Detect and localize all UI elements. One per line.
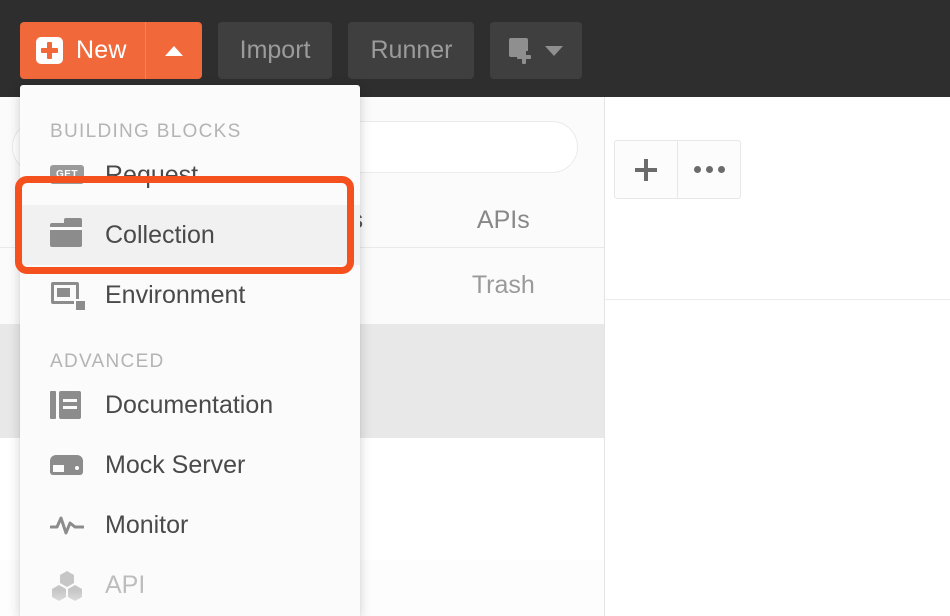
menu-item-request[interactable]: GET Request <box>20 145 360 205</box>
plus-square-icon <box>36 37 63 64</box>
tab-strip-controls <box>614 140 741 199</box>
main-toolbar: New Import Runner <box>20 22 583 79</box>
app-header-bar: New Import Runner <box>0 0 950 97</box>
window-plus-icon <box>509 37 536 64</box>
panel-divider <box>605 299 950 300</box>
ellipsis-icon <box>693 166 725 173</box>
menu-item-collection-label: Collection <box>105 220 215 249</box>
environment-icon <box>50 280 87 312</box>
hexagons-icon <box>50 570 84 601</box>
menu-item-api[interactable]: API <box>20 555 360 615</box>
menu-item-request-label: Request <box>105 160 199 189</box>
postman-app-window: New Import Runner Histo <box>0 0 950 616</box>
new-button[interactable]: New <box>20 22 202 79</box>
menu-item-documentation-label: Documentation <box>105 390 274 419</box>
menu-item-documentation[interactable]: Documentation <box>20 375 360 435</box>
folder-icon <box>50 218 84 250</box>
menu-section-advanced-title: ADVANCED <box>50 351 165 372</box>
pulse-icon <box>50 510 84 540</box>
server-icon <box>50 450 84 480</box>
new-tab-button[interactable] <box>615 141 677 198</box>
menu-item-environment[interactable]: Environment <box>20 265 360 325</box>
tab-options-button[interactable] <box>677 141 740 198</box>
request-panel <box>605 97 950 616</box>
menu-item-monitor[interactable]: Monitor <box>20 495 360 555</box>
runner-button-label: Runner <box>370 36 453 64</box>
import-button[interactable]: Import <box>217 22 333 79</box>
new-window-button[interactable] <box>490 22 583 79</box>
new-button-dropdown-toggle[interactable] <box>144 22 202 79</box>
import-button-label: Import <box>239 36 311 64</box>
caret-up-icon <box>164 45 183 56</box>
menu-item-mock-server-label: Mock Server <box>105 450 246 479</box>
menu-item-environment-label: Environment <box>105 280 246 309</box>
get-request-icon: GET <box>50 160 84 190</box>
menu-item-api-label: API <box>105 570 146 599</box>
menu-item-mock-server[interactable]: Mock Server <box>20 435 360 495</box>
caret-down-icon <box>545 45 564 56</box>
new-button-main[interactable]: New <box>20 22 145 79</box>
book-icon <box>50 390 84 420</box>
menu-item-collection[interactable]: Collection <box>20 205 360 265</box>
plus-icon <box>635 158 657 181</box>
sidebar-tab-trash[interactable]: Trash <box>403 271 604 300</box>
new-button-label: New <box>76 36 127 64</box>
menu-item-monitor-label: Monitor <box>105 510 189 539</box>
menu-section-building-blocks-title: BUILDING BLOCKS <box>50 121 242 142</box>
new-dropdown-menu: BUILDING BLOCKS GET Request Collection E… <box>20 85 360 616</box>
runner-button[interactable]: Runner <box>348 22 475 79</box>
sidebar-tab-apis[interactable]: APIs <box>403 194 604 247</box>
